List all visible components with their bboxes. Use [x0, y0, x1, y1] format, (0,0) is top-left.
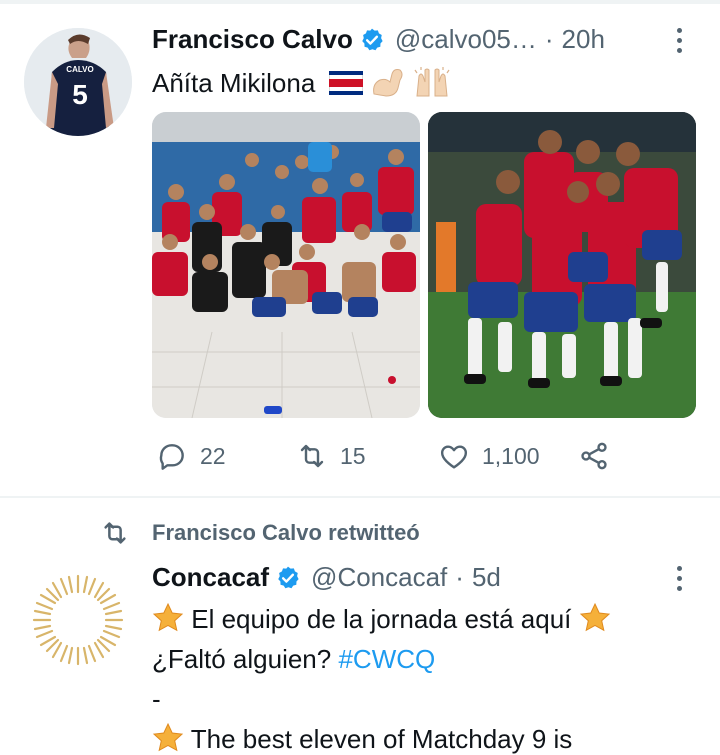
- retweet-count: 15: [340, 442, 366, 469]
- more-options-icon[interactable]: [677, 566, 682, 591]
- tweet-photo-celebration[interactable]: [428, 112, 696, 418]
- author-handle[interactable]: @Concacaf: [311, 562, 447, 593]
- separator-dot: ·: [455, 562, 464, 592]
- raising-hands-emoji-icon: [414, 67, 450, 97]
- verified-badge-icon: [278, 566, 299, 588]
- author-name[interactable]: Concacaf: [152, 562, 269, 593]
- tweet2-line4: The best eleven of Matchday 9 is: [152, 722, 572, 755]
- tweet2-line3: -: [152, 684, 161, 714]
- tweet1-text: Añíta Mikilona: [152, 66, 451, 99]
- tweet2-line1: El equipo de la jornada está aquí: [152, 602, 611, 635]
- separator-dot: ·: [544, 24, 554, 54]
- retweet-icon: [104, 522, 126, 544]
- more-options-icon[interactable]: [677, 28, 682, 53]
- tweet-time[interactable]: 5d: [472, 562, 501, 593]
- avatar-francisco-calvo[interactable]: CALVO 5: [24, 28, 132, 136]
- star-emoji-icon: [152, 602, 184, 632]
- costa-rica-flag-icon: [328, 71, 363, 95]
- verified-badge-icon: [362, 28, 383, 50]
- reply-icon: [159, 444, 184, 470]
- tweet-photo-locker-room[interactable]: [152, 112, 420, 418]
- avatar-jersey-name: CALVO: [66, 65, 93, 74]
- star-emoji-icon: [152, 722, 184, 752]
- tweet2-text-line1: El equipo de la jornada está aquí: [191, 604, 572, 634]
- reply-count: 22: [200, 442, 226, 469]
- tweet-divider: [0, 496, 720, 498]
- reply-button[interactable]: 22: [156, 440, 226, 472]
- tweet-time[interactable]: 20h: [562, 24, 605, 55]
- like-button[interactable]: 1,100: [438, 440, 540, 472]
- hashtag-link[interactable]: #CWCQ: [338, 644, 435, 674]
- author-name[interactable]: Francisco Calvo: [152, 24, 353, 55]
- retweet-banner[interactable]: Francisco Calvo retwitteó: [100, 518, 420, 548]
- tweet2-text-line4: The best eleven of Matchday 9 is: [190, 724, 573, 754]
- retweet-icon: [300, 444, 324, 468]
- tweet2-line2: ¿Faltó alguien? #CWCQ: [152, 644, 435, 675]
- flexed-biceps-emoji-icon: [372, 69, 403, 97]
- author-handle[interactable]: @calvo05…: [395, 24, 537, 55]
- avatar-jersey-number: 5: [72, 79, 88, 110]
- retweet-button[interactable]: 15: [296, 440, 366, 472]
- retweet-banner-label: Francisco Calvo retwitteó: [152, 520, 420, 545]
- concacaf-sun-logo: [32, 574, 124, 666]
- star-emoji-icon: [579, 602, 610, 632]
- tweet1-header: Francisco Calvo @calvo05… · 20h: [152, 24, 605, 55]
- tweet1-actions: 22 15 1,100: [156, 440, 626, 480]
- share-icon: [581, 442, 607, 470]
- tweet2-text-line2: ¿Faltó alguien?: [152, 644, 332, 674]
- avatar-concacaf[interactable]: [28, 570, 128, 670]
- tweet2-header: Concacaf @Concacaf · 5d: [152, 562, 501, 593]
- like-icon: [440, 445, 468, 469]
- like-count: 1,100: [482, 442, 540, 469]
- share-button[interactable]: [578, 440, 610, 472]
- tweet-text: Añíta Mikilona: [152, 68, 316, 98]
